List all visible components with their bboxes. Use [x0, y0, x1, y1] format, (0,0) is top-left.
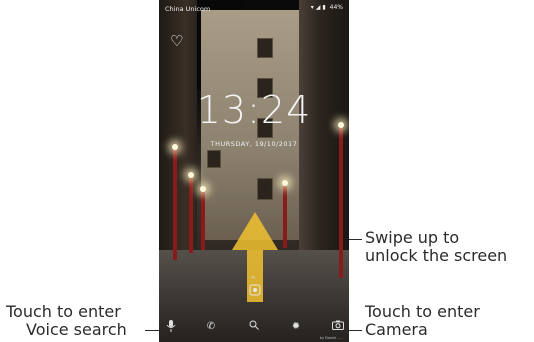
street-lamp: [188, 172, 194, 178]
wifi-icon: ▾: [310, 4, 314, 11]
window: [257, 38, 273, 58]
camera-callout-line2: Camera: [365, 320, 428, 339]
swipe-callout-line1: Swipe up to: [365, 228, 460, 247]
camera-callout-line: [340, 330, 362, 331]
carrier-name: China Unicom: [165, 5, 211, 13]
status-bar: China Unicom ▾ ◢ ▮ 44%: [159, 0, 349, 18]
gear-icon[interactable]: ✹: [289, 320, 303, 334]
unlock-handle-icon[interactable]: [248, 283, 262, 297]
lock-screen[interactable]: China Unicom ▾ ◢ ▮ 44% ♡ 13:24 THURSDAY, 1…: [159, 0, 349, 342]
search-icon[interactable]: [247, 320, 261, 334]
voice-callout-line1: Touch to enter: [6, 302, 121, 321]
voice-callout-line2: Voice search: [26, 320, 127, 339]
street-post: [283, 186, 287, 248]
street-post: [201, 192, 205, 250]
street-lamp: [282, 180, 288, 186]
street-post: [173, 150, 177, 260]
window: [257, 178, 273, 200]
camera-callout-line1: Touch to enter: [365, 302, 480, 321]
street-post: [339, 128, 343, 278]
battery-level: 44%: [329, 4, 343, 11]
clock-time: 13:24: [196, 88, 312, 132]
status-icons: ▾ ◢ ▮ 44%: [309, 4, 343, 11]
phone-icon[interactable]: ✆: [204, 320, 218, 334]
clock-date: THURSDAY, 19/10/2017: [210, 140, 298, 148]
window: [207, 150, 221, 168]
microphone-icon[interactable]: [164, 320, 178, 334]
heart-icon[interactable]: ♡: [170, 34, 183, 49]
street-lamp: [200, 186, 206, 192]
swipe-callout-line2: unlock the screen: [365, 246, 508, 265]
street-post: [189, 178, 193, 253]
photo-credit: by Daniel ... .: [319, 336, 343, 340]
signal-icon: ◢: [315, 4, 321, 11]
voice-callout-line: [145, 330, 163, 331]
shortcut-bar: ✆ ✹: [159, 318, 349, 338]
camera-icon[interactable]: [331, 320, 345, 334]
battery-icon: ▮: [322, 4, 326, 11]
swipe-callout-line: [349, 239, 362, 240]
